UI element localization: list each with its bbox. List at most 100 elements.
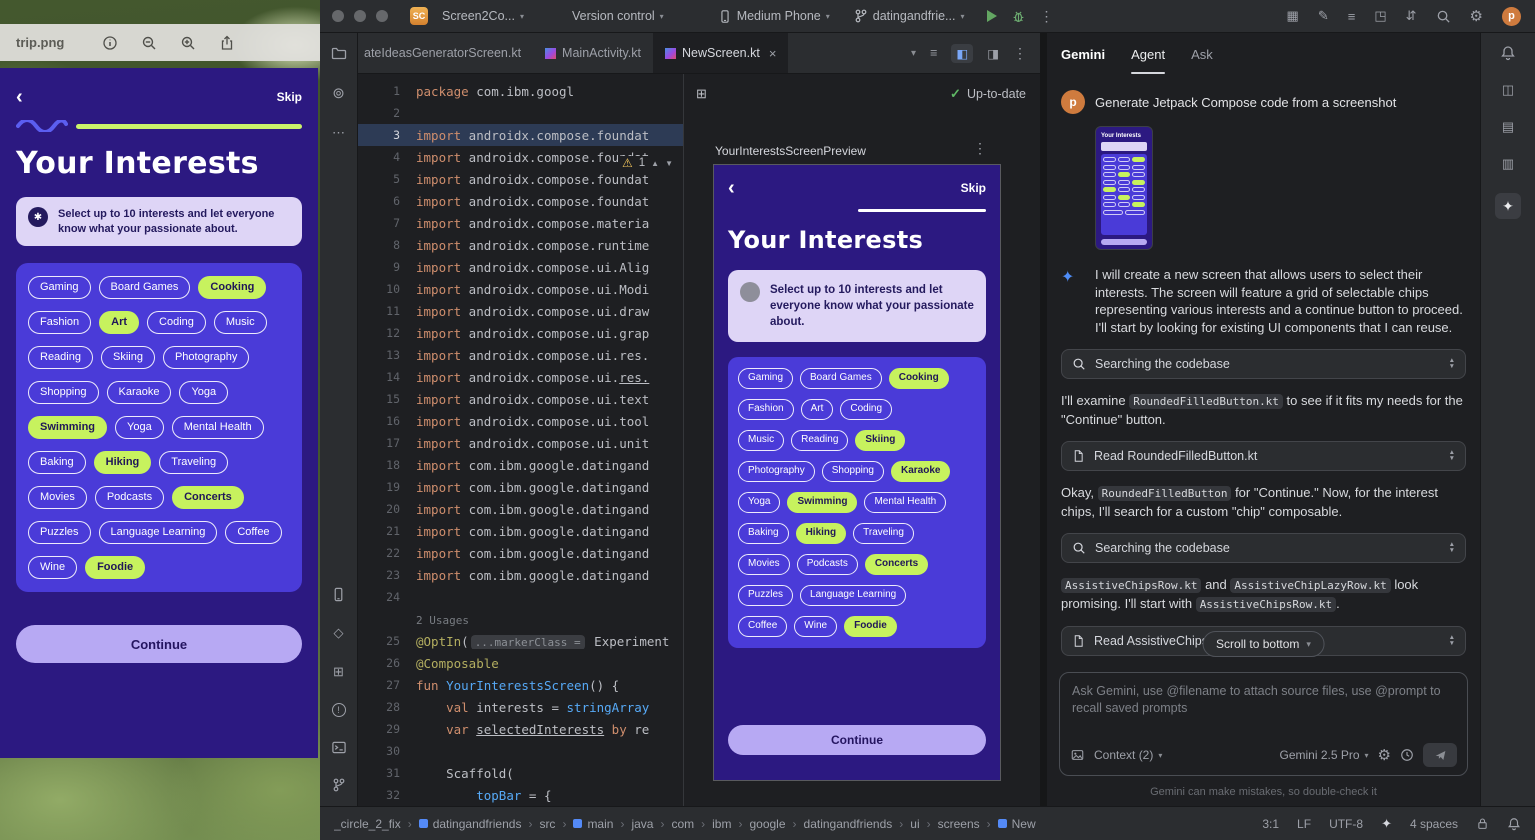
interest-chip[interactable]: Traveling bbox=[853, 523, 914, 544]
interest-chip[interactable]: Music bbox=[738, 430, 784, 451]
preview-layout-icon[interactable]: ⊞ bbox=[696, 86, 707, 102]
interest-chip[interactable]: Concerts bbox=[172, 486, 244, 509]
tab-agent[interactable]: Agent bbox=[1131, 47, 1165, 74]
split-editor-icon[interactable]: ◧ bbox=[951, 44, 973, 63]
interest-chip[interactable]: Concerts bbox=[865, 554, 928, 575]
indent-setting[interactable]: 4 spaces bbox=[1410, 817, 1458, 831]
code-line[interactable]: 5import androidx.compose.foundat bbox=[358, 168, 683, 190]
breadcrumb-item[interactable]: datingandfriends bbox=[804, 817, 911, 831]
code-line[interactable]: 2 bbox=[358, 102, 683, 124]
interest-chip[interactable]: Music bbox=[214, 311, 267, 334]
code-line[interactable]: 31 Scaffold( bbox=[358, 762, 683, 784]
terminal-icon[interactable] bbox=[331, 740, 347, 755]
structure-icon[interactable]: ≡ bbox=[930, 46, 937, 60]
breadcrumb-item[interactable]: screens bbox=[938, 817, 998, 831]
interest-chip[interactable]: Wine bbox=[28, 556, 77, 579]
interest-chip[interactable]: Reading bbox=[791, 430, 848, 451]
back-chevron-icon[interactable]: ‹ bbox=[728, 181, 735, 195]
app-inspection-icon[interactable]: ⊞ bbox=[333, 664, 344, 680]
gemini-settings-icon[interactable]: ⚙ bbox=[1378, 746, 1391, 764]
code-line[interactable]: 19import com.ibm.google.datingand bbox=[358, 476, 683, 498]
info-icon[interactable] bbox=[102, 35, 118, 51]
code-area[interactable]: 1package com.ibm.googl23import androidx.… bbox=[358, 74, 683, 806]
continue-button[interactable]: Continue bbox=[728, 725, 986, 755]
close-tab-icon[interactable]: × bbox=[769, 46, 777, 61]
interest-chip[interactable]: Movies bbox=[28, 486, 87, 509]
code-line[interactable]: 16import androidx.compose.ui.tool bbox=[358, 410, 683, 432]
scroll-to-bottom-button[interactable]: Scroll to bottom▾ bbox=[1202, 631, 1325, 657]
device-manager-icon[interactable] bbox=[331, 587, 346, 602]
attach-image-icon[interactable] bbox=[1070, 748, 1085, 762]
interest-chip[interactable]: Coffee bbox=[738, 616, 787, 637]
version-control-menu[interactable]: Version control▾ bbox=[572, 9, 664, 23]
zoom-in-icon[interactable] bbox=[180, 35, 196, 51]
run-button[interactable] bbox=[987, 10, 997, 22]
interest-chip[interactable]: Language Learning bbox=[99, 521, 218, 544]
plugins-icon[interactable]: ◳ bbox=[1374, 8, 1386, 24]
code-line[interactable]: 2 Usages bbox=[358, 608, 683, 630]
gemini-tool-window-icon[interactable]: ✦ bbox=[1495, 193, 1521, 219]
interest-chip[interactable]: Puzzles bbox=[28, 521, 91, 544]
profiler-icon[interactable]: ◫ bbox=[1502, 82, 1514, 98]
breadcrumb-item[interactable]: datingandfriends bbox=[419, 817, 540, 831]
code-line[interactable]: 15import androidx.compose.ui.text bbox=[358, 388, 683, 410]
interest-chip[interactable]: Photography bbox=[738, 461, 815, 482]
gemini-input-box[interactable]: Ask Gemini, use @filename to attach sour… bbox=[1059, 672, 1468, 776]
code-line[interactable]: 1package com.ibm.googl bbox=[358, 80, 683, 102]
continue-button[interactable]: Continue bbox=[16, 625, 302, 663]
editor-layout-icon[interactable]: ◨ bbox=[987, 46, 999, 61]
notifications-bell-icon[interactable] bbox=[1507, 817, 1521, 831]
code-line[interactable]: 25@OptIn(...markerClass = Experiment bbox=[358, 630, 683, 652]
sync-icon[interactable]: ⇵ bbox=[1406, 8, 1417, 24]
lock-icon[interactable] bbox=[1476, 817, 1489, 830]
breadcrumb-item[interactable]: New bbox=[998, 817, 1036, 831]
logcat-icon[interactable]: ▥ bbox=[1502, 156, 1514, 172]
inspections-widget[interactable]: ⚠ 1 ▲ ▼ bbox=[618, 156, 677, 170]
edit-configurations-icon[interactable]: ✎ bbox=[1318, 8, 1329, 24]
interest-chip[interactable]: Gaming bbox=[738, 368, 793, 389]
code-line[interactable]: 30 bbox=[358, 740, 683, 762]
code-line[interactable]: 7import androidx.compose.materia bbox=[358, 212, 683, 234]
breadcrumb-item[interactable]: ui bbox=[910, 817, 937, 831]
device-selector[interactable]: Medium Phone▾ bbox=[718, 9, 830, 24]
screenshot-attachment-thumbnail[interactable]: Your Interests bbox=[1095, 126, 1153, 250]
running-devices-icon[interactable]: ▦ bbox=[1287, 8, 1299, 24]
interest-chip[interactable]: Mental Health bbox=[172, 416, 264, 439]
interest-chip[interactable]: Baking bbox=[738, 523, 789, 544]
project-selector[interactable]: Screen2Co...▾ bbox=[442, 9, 524, 23]
ai-status-icon[interactable]: ✦ bbox=[1381, 816, 1392, 832]
notifications-bell-icon[interactable] bbox=[1500, 45, 1516, 61]
gemini-chat[interactable]: p Generate Jetpack Compose code from a s… bbox=[1047, 74, 1480, 668]
code-line[interactable]: 27fun YourInterestsScreen() { bbox=[358, 674, 683, 696]
breadcrumb-item[interactable]: ibm bbox=[712, 817, 749, 831]
tool-call-search-codebase-1[interactable]: Searching the codebase ▲▼ bbox=[1061, 349, 1466, 379]
code-line[interactable]: 23import com.ibm.google.datingand bbox=[358, 564, 683, 586]
breadcrumb-item[interactable]: main bbox=[573, 817, 631, 831]
interest-chip[interactable]: Wine bbox=[794, 616, 837, 637]
code-line[interactable]: 12import androidx.compose.ui.grap bbox=[358, 322, 683, 344]
debug-button[interactable] bbox=[1011, 9, 1026, 24]
interest-chip[interactable]: Board Games bbox=[99, 276, 191, 299]
maximize-window-icon[interactable] bbox=[376, 10, 388, 22]
code-line[interactable]: 32 topBar = { bbox=[358, 784, 683, 806]
interest-chip[interactable]: Puzzles bbox=[738, 585, 793, 606]
interest-chip[interactable]: Movies bbox=[738, 554, 790, 575]
tab-mainactivity[interactable]: MainActivity.kt bbox=[533, 33, 653, 73]
code-line[interactable]: 6import androidx.compose.foundat bbox=[358, 190, 683, 212]
interest-chip[interactable]: Art bbox=[99, 311, 139, 334]
todo-list-icon[interactable]: ≡ bbox=[1348, 9, 1356, 24]
tool-call-read-roundedfilledbutton[interactable]: Read RoundedFilledButton.kt ▲▼ bbox=[1061, 441, 1466, 471]
code-line[interactable]: 8import androidx.compose.runtime bbox=[358, 234, 683, 256]
interest-chip[interactable]: Cooking bbox=[198, 276, 266, 299]
expand-collapse-icon[interactable]: ▲▼ bbox=[1449, 635, 1455, 647]
preview-options-icon[interactable]: ⋮ bbox=[973, 140, 988, 157]
interest-chip[interactable]: Shopping bbox=[28, 381, 99, 404]
search-everywhere-icon[interactable] bbox=[1436, 9, 1451, 24]
interest-chip[interactable]: Art bbox=[801, 399, 834, 420]
interest-chip[interactable]: Board Games bbox=[800, 368, 882, 389]
zoom-out-icon[interactable] bbox=[141, 35, 157, 51]
model-selector[interactable]: Gemini 2.5 Pro▾ bbox=[1279, 748, 1368, 762]
interest-chip[interactable]: Swimming bbox=[787, 492, 857, 513]
problems-icon[interactable]: ! bbox=[332, 703, 346, 717]
interest-chip[interactable]: Skiing bbox=[101, 346, 155, 369]
